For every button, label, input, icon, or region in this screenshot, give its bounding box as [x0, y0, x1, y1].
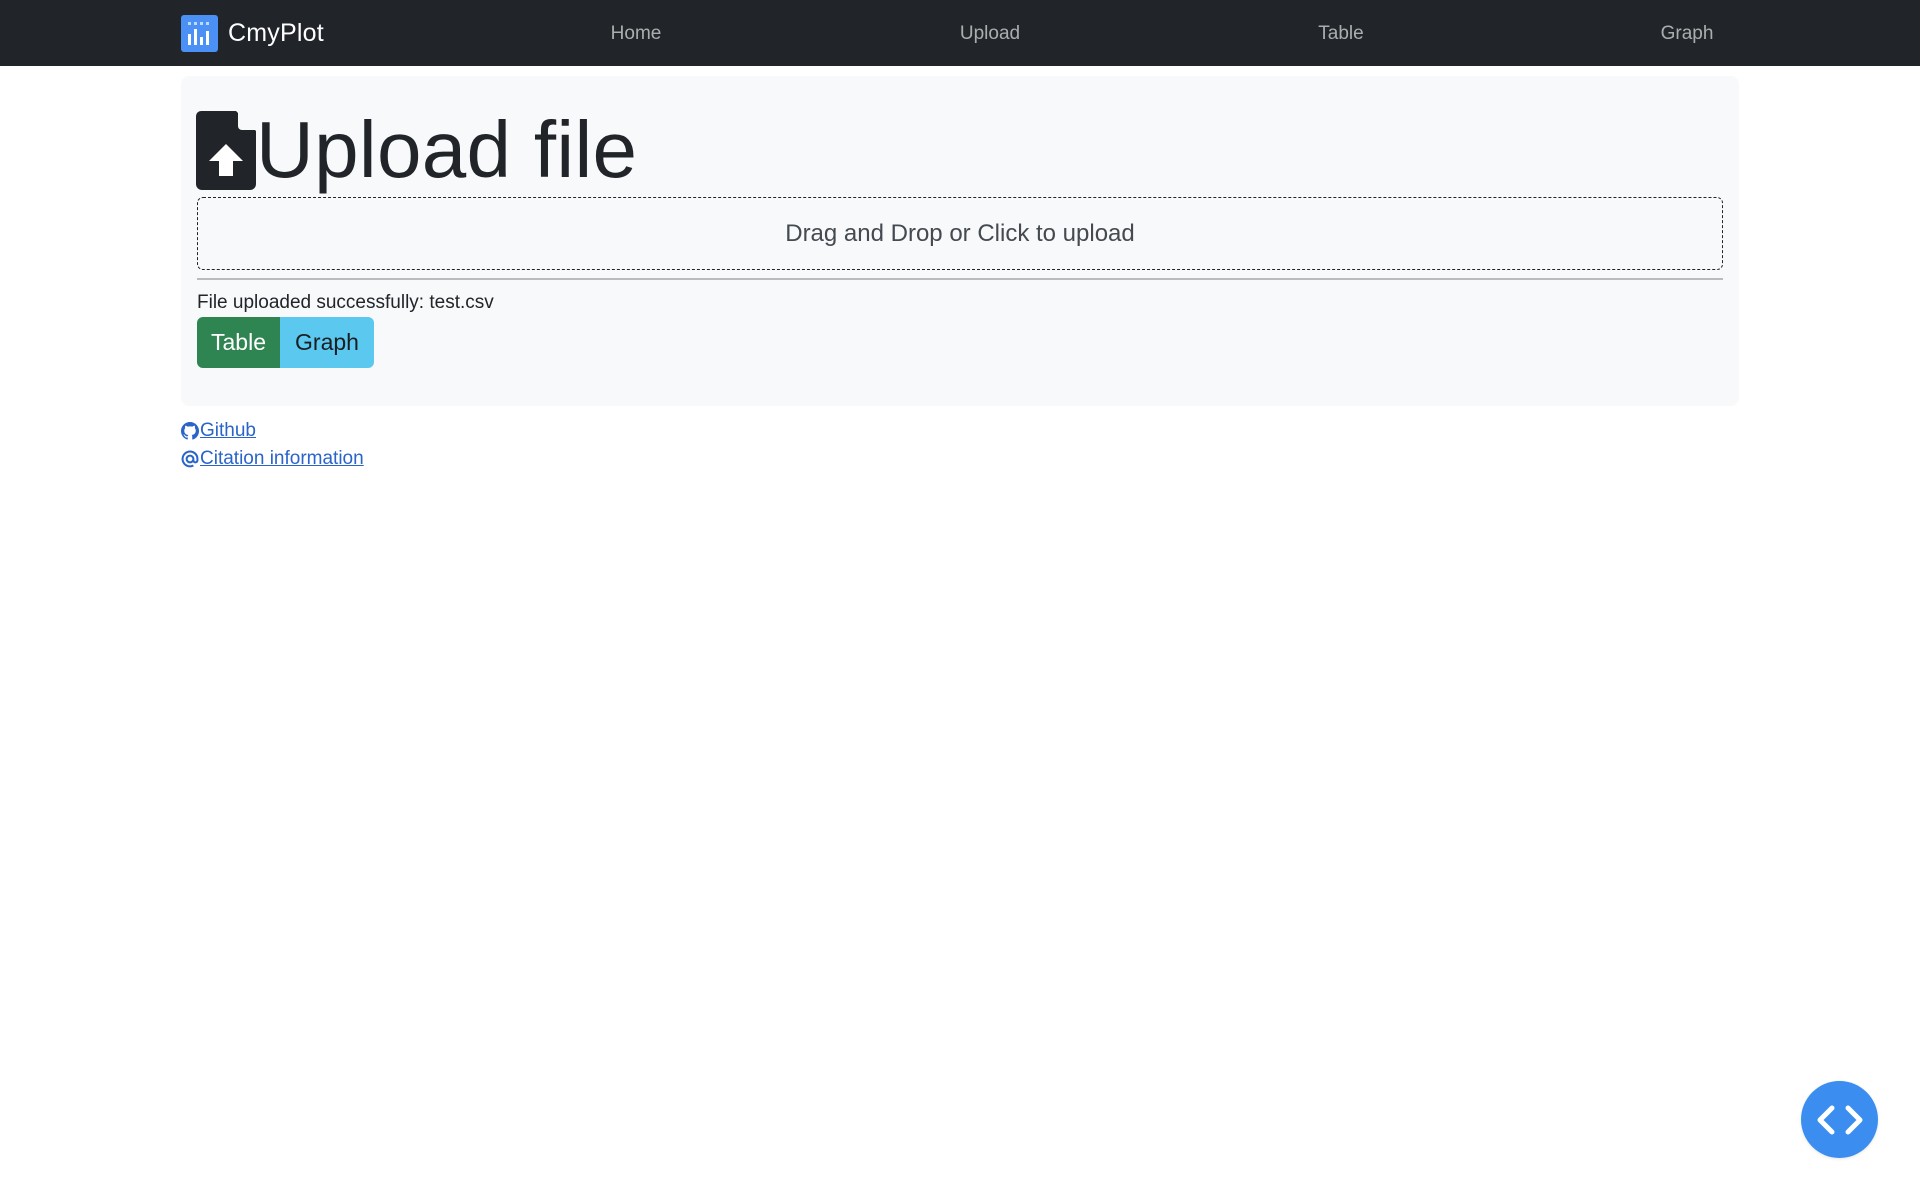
file-dropzone[interactable]: Drag and Drop or Click to upload: [197, 197, 1723, 270]
top-navbar: CmyPlot Home Upload Table Graph: [0, 0, 1920, 66]
page-title-row: Upload file: [196, 104, 637, 196]
nav-upload[interactable]: Upload: [960, 0, 1020, 66]
github-icon: [181, 422, 199, 440]
github-link[interactable]: Github: [181, 418, 256, 444]
at-sign-icon: [181, 450, 199, 468]
file-upload-icon: [196, 111, 256, 190]
brand-name: CmyPlot: [228, 18, 324, 47]
nav-graph[interactable]: Graph: [1661, 0, 1714, 66]
code-toggle-button[interactable]: [1801, 1081, 1878, 1158]
citation-link-label: Citation information: [200, 448, 364, 469]
brand-link[interactable]: CmyPlot: [181, 14, 324, 52]
dropzone-text: Drag and Drop or Click to upload: [785, 219, 1135, 247]
upload-panel: Upload file Drag and Drop or Click to up…: [181, 76, 1739, 406]
graph-button[interactable]: Graph: [280, 317, 374, 368]
nav-table[interactable]: Table: [1318, 0, 1363, 66]
citation-link[interactable]: Citation information: [181, 446, 364, 472]
nav-home[interactable]: Home: [611, 0, 662, 66]
bar-chart-icon: [181, 14, 218, 52]
divider: [197, 278, 1723, 280]
page-title: Upload file: [256, 105, 638, 194]
upload-status-text: File uploaded successfully: test.csv: [197, 292, 494, 313]
code-icon: [1817, 1105, 1862, 1134]
github-link-label: Github: [200, 420, 256, 441]
table-button[interactable]: Table: [197, 317, 280, 368]
